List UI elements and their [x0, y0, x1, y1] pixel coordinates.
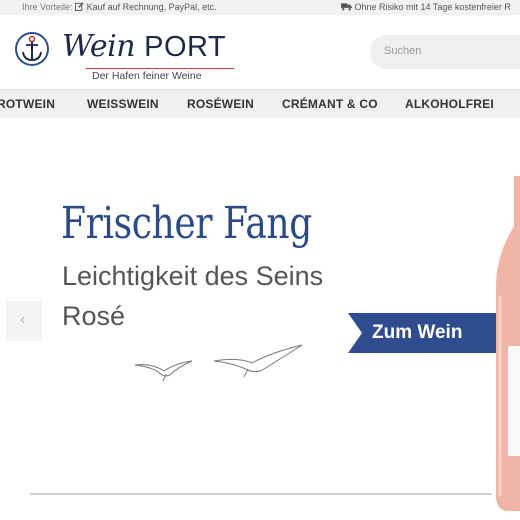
logo-tagline: Der Hafen feiner Weine	[92, 70, 202, 82]
nav-item-cremant[interactable]: CRÉMANT & CO	[282, 97, 378, 111]
top-info-bar: Ihre Vorteile: Kauf auf Rechnung, PayPal…	[0, 0, 520, 15]
site-header: Wein PORT Der Hafen feiner Weine Suchen	[0, 15, 520, 89]
wine-bottle-image	[492, 176, 520, 511]
shipping-info: Ohne Risiko mit 14 Tage kostenfreier R	[341, 2, 511, 13]
nav-item-weisswein[interactable]: WEISSWEIN	[87, 97, 159, 111]
anchor-logo-icon	[14, 31, 50, 67]
chevron-left-icon: ‹	[20, 311, 26, 328]
nav-item-alkoholfrei[interactable]: ALKOHOLFREI	[405, 97, 494, 111]
nav-item-rosewein[interactable]: ROSÉWEIN	[187, 97, 254, 111]
benefits-text: Ihre Vorteile: Kauf auf Rechnung, PayPal…	[22, 2, 217, 13]
hero-wine-type: Rosé	[62, 301, 126, 331]
benefits-prefix: Ihre Vorteile:	[22, 2, 73, 12]
hero-subtitle: Leichtigkeit des Seins	[62, 261, 324, 291]
shipping-text: Ohne Risiko mit 14 Tage kostenfreier R	[354, 2, 511, 12]
logo-word-wein: Wein	[62, 29, 136, 64]
logo-word-port: PORT	[144, 31, 227, 63]
slider-prev-button[interactable]: ‹	[6, 301, 42, 341]
zum-wein-button[interactable]: Zum Wein	[348, 313, 496, 353]
edit-icon	[75, 2, 84, 13]
truck-icon	[341, 2, 352, 13]
logo-wordmark: Wein PORT	[62, 29, 226, 64]
benefits-payment: Kauf auf Rechnung, PayPal, etc.	[86, 2, 217, 12]
search-input[interactable]: Suchen	[370, 35, 520, 69]
cta-label: Zum Wein	[372, 322, 463, 343]
logo-divider	[86, 68, 234, 69]
logo-link[interactable]: Wein PORT Der Hafen feiner Weine	[14, 29, 234, 82]
hero-title: Frischer Fang	[61, 198, 312, 249]
hero-divider	[30, 493, 492, 495]
search-placeholder: Suchen	[384, 45, 422, 57]
nav-item-rotwein[interactable]: ROTWEIN	[0, 97, 55, 111]
hero-slider: ‹ Frischer Fang Leichtigkeit des Seins R…	[0, 118, 520, 520]
main-navigation: ROTWEIN WEISSWEIN ROSÉWEIN CRÉMANT & CO …	[0, 89, 520, 118]
seagull-illustration	[130, 343, 310, 388]
